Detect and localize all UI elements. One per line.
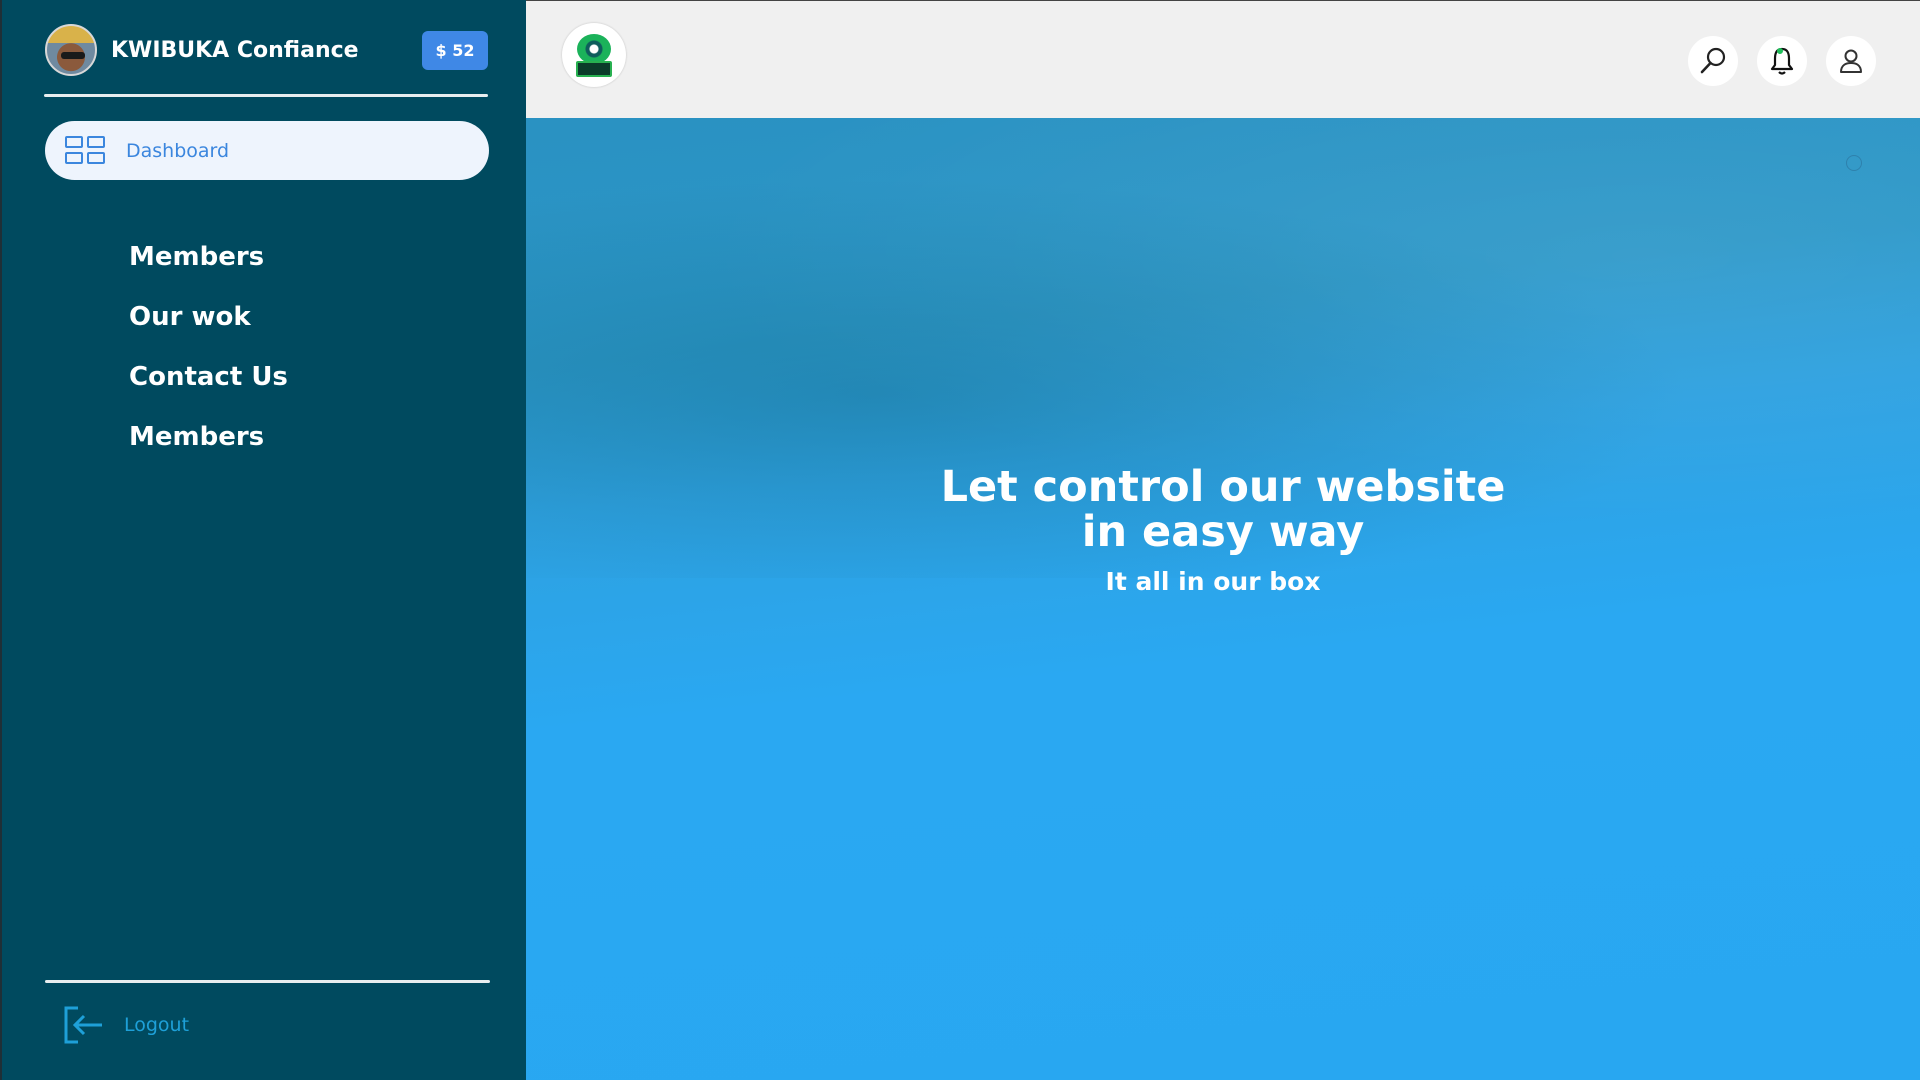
brand-logo[interactable] [562, 23, 626, 87]
user-icon [1837, 47, 1865, 75]
hero-title-line2: in easy way [1081, 507, 1365, 557]
profile-button[interactable] [1826, 36, 1876, 86]
sidebar-item-members[interactable]: Members [129, 233, 288, 293]
top-icons [1669, 36, 1876, 86]
hero: Let control our website in easy way It a… [526, 465, 1920, 597]
sidebar-item-dashboard[interactable]: Dashboard [45, 121, 489, 180]
top-bar [526, 0, 1920, 118]
hero-title: Let control our website in easy way [526, 465, 1920, 555]
sidebar-nav: Members Our wok Contact Us Members [129, 233, 288, 473]
logout-icon [62, 1004, 104, 1046]
app-window: KWIBUKA Confiance $ 52 Dashboard Members… [0, 0, 1920, 1080]
logout-label: Logout [124, 1014, 190, 1036]
search-button[interactable] [1688, 36, 1738, 86]
dashboard-grid-icon [65, 135, 106, 166]
hero-subtitle: It all in our box [1105, 567, 1321, 596]
main-content: Let control our website in easy way It a… [526, 0, 1920, 1080]
sidebar: KWIBUKA Confiance $ 52 Dashboard Members… [0, 0, 526, 1080]
logout-button[interactable]: Logout [62, 1003, 189, 1047]
sidebar-item-our-work[interactable]: Our wok [129, 293, 288, 353]
avatar[interactable] [45, 24, 97, 76]
bell-icon [1767, 45, 1797, 77]
search-icon [1698, 46, 1728, 76]
hero-title-line1: Let control our website [940, 462, 1506, 512]
sidebar-divider-bottom [45, 980, 490, 983]
balance-badge[interactable]: $ 52 [422, 31, 488, 70]
sidebar-item-contact-us[interactable]: Contact Us [129, 353, 288, 413]
sidebar-divider-top [44, 94, 488, 97]
info-icon [1846, 155, 1862, 171]
profile-header: KWIBUKA Confiance $ 52 [45, 23, 488, 77]
sidebar-item-members-2[interactable]: Members [129, 413, 288, 473]
profile-name: KWIBUKA Confiance [111, 37, 359, 63]
dashboard-label: Dashboard [126, 139, 230, 162]
notifications-button[interactable] [1757, 36, 1807, 86]
